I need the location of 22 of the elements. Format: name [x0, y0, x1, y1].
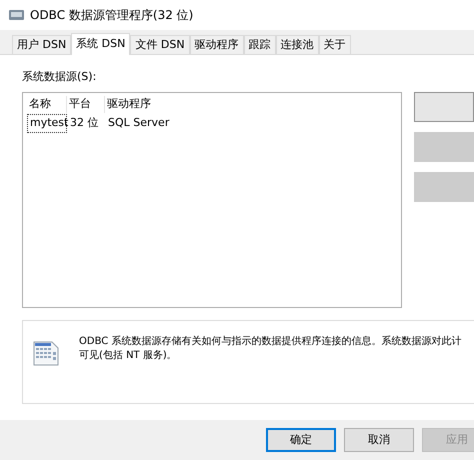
dialog-button[interactable]: 取消 [344, 428, 414, 452]
side-button[interactable] [414, 92, 474, 122]
table-cell[interactable]: SQL Server [105, 114, 401, 133]
table-icon [33, 338, 59, 366]
window-title: ODBC 数据源管理程序(32 位) [30, 7, 194, 24]
info-text: ODBC 系统数据源存储有关如何与指示的数据提供程序连接的信息。系统数据源对此计 [79, 334, 462, 348]
tab[interactable]: 系统 DSN [71, 33, 130, 55]
tab[interactable]: 连接池 [276, 35, 319, 54]
tab[interactable]: 文件 DSN [130, 35, 190, 54]
tab[interactable]: 用户 DSN [12, 35, 72, 54]
table-cell[interactable]: 32 位 [67, 114, 105, 133]
tab[interactable]: 驱动程序 [190, 35, 244, 54]
table-cell[interactable]: mytest [27, 114, 67, 133]
app-icon [9, 9, 24, 21]
column-header[interactable]: 名称 [27, 96, 67, 113]
dialog-button[interactable]: 确定 [266, 428, 336, 452]
column-header[interactable]: 平台 [67, 96, 105, 113]
tab[interactable]: 跟踪 [244, 35, 276, 54]
column-header[interactable]: 驱动程序 [105, 96, 401, 113]
tab[interactable]: 关于 [318, 35, 351, 54]
list-label: 系统数据源(S): [22, 69, 98, 85]
info-text: 可见(包括 NT 服务)。 [79, 348, 178, 362]
